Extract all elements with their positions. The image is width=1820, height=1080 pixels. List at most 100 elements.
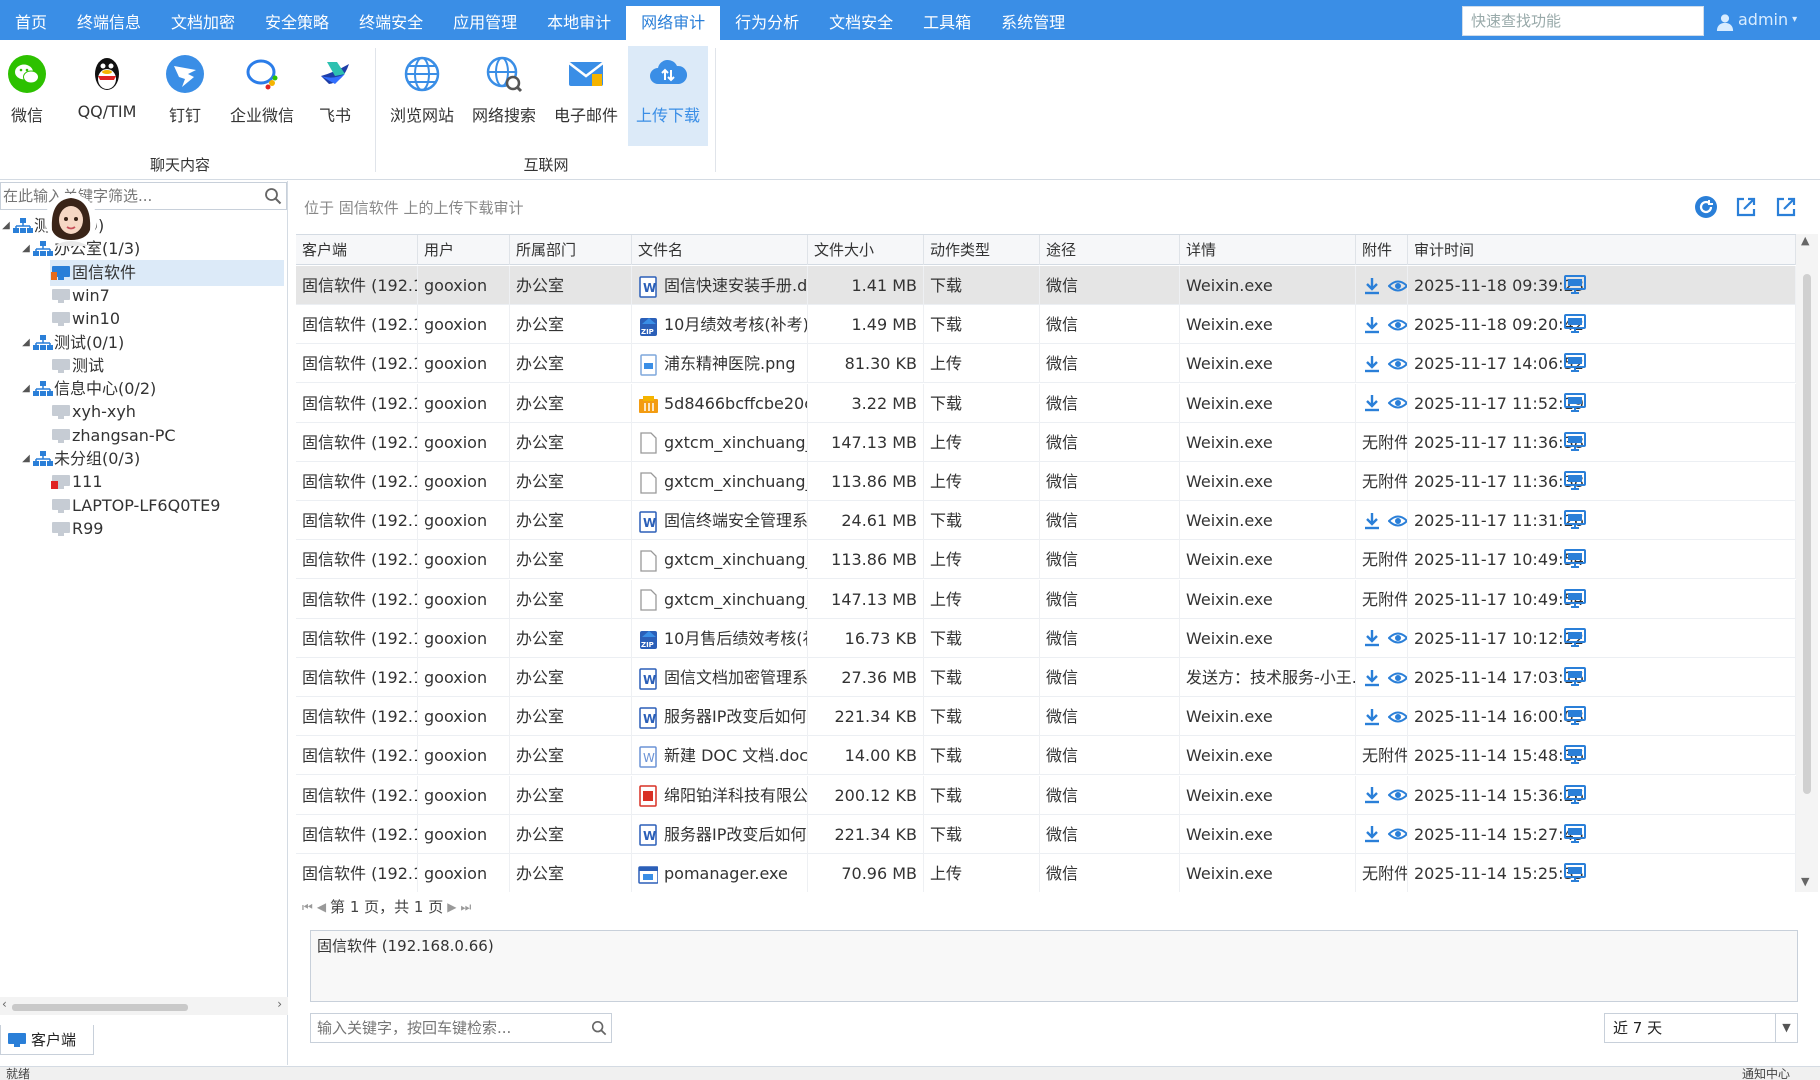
share-icon[interactable] xyxy=(1774,195,1798,219)
tree-horizontal-scrollbar[interactable]: ‹ › xyxy=(0,997,288,1015)
ribbon-feishu-button[interactable]: 飞书 xyxy=(296,46,374,146)
tree-expand-icon[interactable]: ◢ xyxy=(20,446,32,472)
eye-icon[interactable] xyxy=(1388,785,1407,805)
download-icon[interactable] xyxy=(1362,511,1382,531)
ribbon-qq-button[interactable]: QQ/TIM xyxy=(67,46,147,146)
download-icon[interactable] xyxy=(1362,354,1382,374)
column-header[interactable]: 附件 xyxy=(1356,235,1408,265)
column-header[interactable]: 审计时间 xyxy=(1408,235,1796,265)
nav-tab[interactable]: 行为分析 xyxy=(720,0,814,40)
chevron-down-icon[interactable]: ▼ xyxy=(1775,1014,1797,1042)
eye-icon[interactable] xyxy=(1388,668,1407,688)
eye-icon[interactable] xyxy=(1388,354,1407,374)
screen-icon[interactable] xyxy=(1564,275,1586,295)
nav-tab[interactable]: 工具箱 xyxy=(908,0,986,40)
screen-icon[interactable] xyxy=(1564,667,1586,687)
ribbon-wechat-button[interactable]: 微信 xyxy=(0,46,66,146)
table-row[interactable]: 固信软件 (192.1...gooxion办公室 W 固信文档加密管理系...27.… xyxy=(296,658,1796,697)
screen-icon[interactable] xyxy=(1564,745,1586,765)
nav-tab[interactable]: 安全策略 xyxy=(250,0,344,40)
quick-search-input[interactable] xyxy=(1462,6,1704,36)
nav-tab[interactable]: 系统管理 xyxy=(986,0,1080,40)
scroll-up-icon[interactable]: ▲ xyxy=(1801,234,1809,247)
screen-icon[interactable] xyxy=(1564,706,1586,726)
column-header[interactable]: 详情 xyxy=(1180,235,1356,265)
tree-expand-icon[interactable]: ◢ xyxy=(20,330,32,356)
download-icon[interactable] xyxy=(1362,276,1382,296)
scroll-thumb[interactable] xyxy=(1803,274,1811,794)
scroll-left-icon[interactable]: ‹ xyxy=(2,997,7,1011)
table-row[interactable]: 固信软件 (192.1...gooxion办公室 W 新建 DOC 文档.doc14… xyxy=(296,736,1796,776)
screen-icon[interactable] xyxy=(1564,392,1586,413)
nav-tab[interactable]: 首页 xyxy=(0,0,62,40)
download-icon[interactable] xyxy=(1362,707,1382,727)
screen-icon[interactable] xyxy=(1564,431,1586,452)
tree-node[interactable]: ◢ 未分组(0/3) xyxy=(20,446,140,472)
table-row[interactable]: 固信软件 (192.1...gooxion办公室 W 固信快速安装手册.d...1.… xyxy=(296,266,1796,305)
screen-icon[interactable] xyxy=(1564,863,1586,883)
ribbon-upload-download-button[interactable]: 上传下载 xyxy=(628,46,708,146)
column-header[interactable]: 客户端 xyxy=(296,235,418,265)
nav-tab[interactable]: 应用管理 xyxy=(438,0,532,40)
first-page-icon[interactable]: ⏮ xyxy=(302,893,313,921)
tree-node[interactable]: R99 xyxy=(50,516,103,542)
nav-tab[interactable]: 终端信息 xyxy=(62,0,156,40)
detail-box[interactable]: 固信软件 (192.168.0.66) xyxy=(310,930,1798,1002)
user-menu[interactable]: admin ▾ xyxy=(1716,0,1797,40)
nav-tab[interactable]: 本地审计 xyxy=(532,0,626,40)
table-row[interactable]: 固信软件 (192.1...gooxion办公室 ZIP 10月绩效考核(补考)(.… xyxy=(296,305,1796,345)
ribbon-email-button[interactable]: 电子邮件 xyxy=(546,46,626,146)
refresh-icon[interactable] xyxy=(1694,195,1718,219)
download-icon[interactable] xyxy=(1362,785,1382,805)
column-header[interactable]: 所属部门 xyxy=(510,235,632,265)
tree-node[interactable]: win7 xyxy=(50,283,110,309)
ribbon-dingtalk-button[interactable]: 钉钉 xyxy=(146,46,224,146)
table-row[interactable]: 固信软件 (192.1...gooxion办公室 pomanager.exe 70.… xyxy=(296,854,1796,892)
table-row[interactable]: 固信软件 (192.1...gooxion办公室 W 固信终端安全管理系...24.… xyxy=(296,501,1796,541)
eye-icon[interactable] xyxy=(1388,315,1407,335)
table-row[interactable]: 固信软件 (192.1...gooxion办公室 浦东精神医院.png 81.30 … xyxy=(296,344,1796,384)
screen-icon[interactable] xyxy=(1564,314,1586,334)
screen-icon[interactable] xyxy=(1564,510,1586,530)
nav-tab[interactable]: 网络审计 xyxy=(626,6,721,40)
eye-icon[interactable] xyxy=(1388,824,1407,844)
eye-icon[interactable] xyxy=(1388,276,1407,296)
date-range-select[interactable]: 近 7 天 ▼ xyxy=(1604,1013,1798,1043)
eye-icon[interactable] xyxy=(1388,707,1407,727)
export-icon[interactable] xyxy=(1734,195,1758,219)
tree-node[interactable]: win10 xyxy=(50,306,120,332)
tree-node[interactable]: ◢ 信息中心(0/2) xyxy=(20,376,156,402)
tree-node[interactable]: 固信软件 xyxy=(50,259,284,286)
search-icon[interactable] xyxy=(591,1020,607,1036)
eye-icon[interactable] xyxy=(1388,511,1407,531)
notification-center-link[interactable]: 通知中心 xyxy=(1742,1067,1790,1080)
download-icon[interactable] xyxy=(1362,315,1382,335)
table-vertical-scrollbar[interactable]: ▲ ▼ xyxy=(1796,234,1818,892)
download-icon[interactable] xyxy=(1362,824,1382,844)
tree-node[interactable]: 测试 xyxy=(50,353,104,379)
tree-node[interactable]: zhangsan-PC xyxy=(50,423,176,449)
download-icon[interactable] xyxy=(1362,393,1382,413)
column-header[interactable]: 用户 xyxy=(418,235,510,265)
search-icon[interactable] xyxy=(264,187,282,205)
nav-tab[interactable]: 终端安全 xyxy=(344,0,438,40)
tree-node[interactable]: xyh-xyh xyxy=(50,399,136,425)
column-header[interactable]: 文件大小 xyxy=(808,235,924,265)
nav-tab[interactable]: 文档安全 xyxy=(814,0,908,40)
ribbon-browse-button[interactable]: 浏览网站 xyxy=(382,46,462,146)
tree-node[interactable]: 111 xyxy=(50,469,103,495)
scroll-thumb[interactable] xyxy=(12,1004,188,1011)
download-icon[interactable] xyxy=(1362,668,1382,688)
screen-icon[interactable] xyxy=(1564,549,1586,569)
tree-node[interactable]: LAPTOP-LF6Q0TE9 xyxy=(50,493,220,519)
column-header[interactable]: 文件名 xyxy=(632,235,808,265)
screen-icon[interactable] xyxy=(1564,588,1586,609)
tree-expand-icon[interactable]: ◢ xyxy=(20,236,32,262)
table-row[interactable]: 固信软件 (192.1...gooxion办公室 5d8466bcffcbe20c… xyxy=(296,383,1796,423)
download-icon[interactable] xyxy=(1362,628,1382,648)
nav-tab[interactable]: 文档加密 xyxy=(156,0,250,40)
screen-icon[interactable] xyxy=(1564,353,1586,373)
eye-icon[interactable] xyxy=(1388,393,1407,413)
table-row[interactable]: 固信软件 (192.1...gooxion办公室 ZIP 10月售后绩效考核(补..… xyxy=(296,618,1796,658)
ribbon-wecom-button[interactable]: 企业微信 xyxy=(220,46,304,146)
